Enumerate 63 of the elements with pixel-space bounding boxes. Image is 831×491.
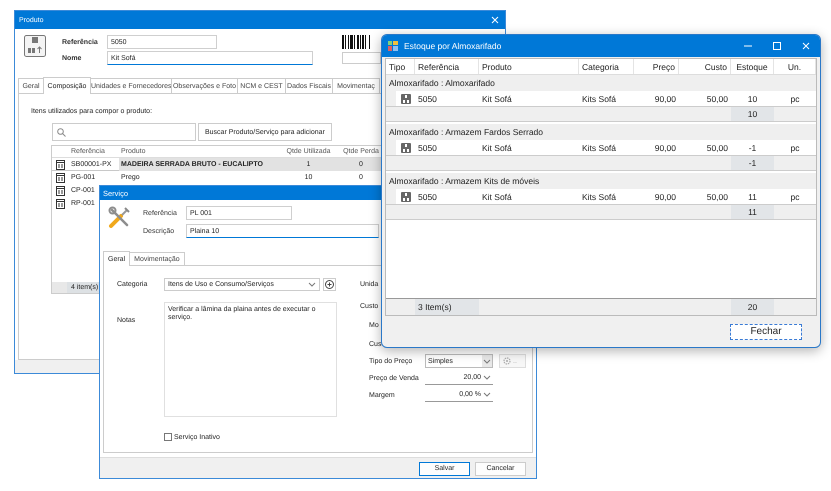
column-header: Un. [774,59,816,74]
trash-icon[interactable] [56,198,65,208]
package-icon [24,35,46,57]
table-cell-text: 10 [746,92,758,106]
table-cell-text: 50,00 [706,142,729,154]
table-cell-text: 5050 [417,92,438,106]
group-header: Almoxarifado : Almoxarifado [386,75,816,91]
package-icon [400,94,410,104]
table-cell-text: Kit Sofá [481,92,513,106]
column-header: Preço [634,59,679,74]
checkbox[interactable] [164,433,172,441]
add-button[interactable] [323,278,336,291]
subtotal-cell: -1 [731,156,774,170]
chevron-down-icon [483,374,491,381]
tools-icon [108,206,131,229]
column-header: Referência [415,59,479,74]
table-cell-text: 90,00 [654,190,677,204]
table-cell-text: 5050 [417,190,438,204]
column-header: Categoria [579,59,634,74]
table-cell-text: 5050 [417,142,438,154]
close-icon [490,15,500,25]
barcode-field[interactable] [342,52,381,64]
gear-icon [503,357,511,365]
column-header: Produto [479,59,579,74]
package-icon [400,192,410,202]
close-button[interactable]: Fechar [730,324,802,340]
table-cell-text: Kits Sofá [581,92,618,106]
chevron-down-icon [483,391,491,398]
item-count: 3 Item(s) [415,299,479,315]
table-cell-text: 11 [747,190,758,204]
maximize-icon [772,41,782,51]
table-cell-text: 90,00 [654,142,677,154]
chevron-down-icon [483,358,491,364]
trash-icon[interactable] [56,186,65,196]
chevron-down-icon [308,281,316,288]
plus-circle-icon [325,280,334,289]
search-icon [57,128,66,136]
close-icon [800,41,810,51]
trash-icon[interactable] [56,172,65,182]
table-cell-text: Kits Sofá [581,142,618,154]
table-cell-text: Kits Sofá [581,190,618,204]
subtotal-cell: 11 [731,205,774,219]
table-cell-text: pc [790,142,800,155]
window-title: Estoque por Almoxarifado [404,41,502,51]
table-cell-text: pc [790,190,800,204]
column-header: Estoque [731,59,774,74]
search-field[interactable] [52,123,196,141]
table-cell-text: -1 [748,142,758,154]
column-header: Tipo [386,59,415,74]
table-cell-text: Kit Sofá [481,142,513,154]
table-cell-text: 90,00 [654,92,677,106]
group-header: Almoxarifado : Armazem Fardos Serrado [386,124,816,140]
trash-icon[interactable] [56,160,65,170]
package-icon [400,142,410,152]
table-cell-text: Kit Sofá [481,190,513,204]
column-header: Custo [679,59,731,74]
total-cell: 20 [731,299,774,315]
table-cell-text: 50,00 [706,92,729,106]
group-header: Almoxarifado : Armazem Kits de móveis [386,173,816,189]
table-cell-text: pc [790,92,800,106]
subtotal-cell: 10 [731,107,774,121]
grid-icon [388,41,398,51]
table-cell-text: 50,00 [706,190,729,204]
